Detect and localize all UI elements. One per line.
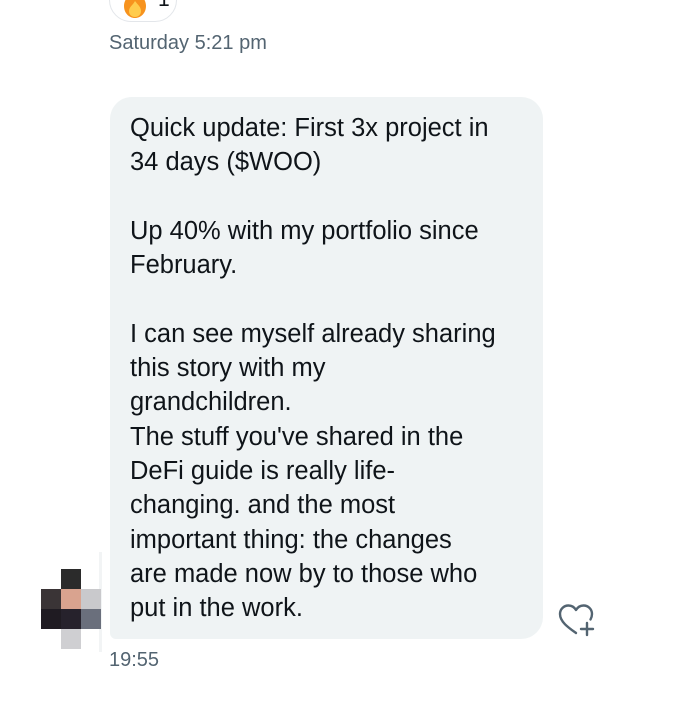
message-bubble[interactable]: Quick update: First 3x project in 34 day… — [110, 97, 543, 639]
heart-add-icon[interactable] — [556, 602, 596, 638]
sender-avatar-redacted[interactable] — [41, 569, 101, 649]
dm-conversation: 1 Saturday 5:21 pm Quick update: First 3… — [0, 0, 693, 705]
message-text: Quick update: First 3x project in 34 day… — [130, 114, 496, 623]
avatar-pixel — [81, 609, 101, 629]
avatar-pixel — [61, 569, 81, 589]
avatar-pixel — [61, 609, 81, 629]
message-time: 19:55 — [109, 649, 160, 671]
avatar-pixel — [41, 609, 61, 629]
message-date-separator: Saturday 5:21 pm — [109, 32, 267, 54]
avatar-pixel — [81, 589, 101, 609]
avatar-pixel — [61, 589, 81, 609]
avatar-pixel — [41, 589, 61, 609]
fire-emoji-icon — [124, 0, 146, 18]
reaction-chip[interactable]: 1 — [109, 0, 177, 22]
avatar-pixel — [61, 629, 81, 649]
reaction-count: 1 — [158, 0, 170, 10]
